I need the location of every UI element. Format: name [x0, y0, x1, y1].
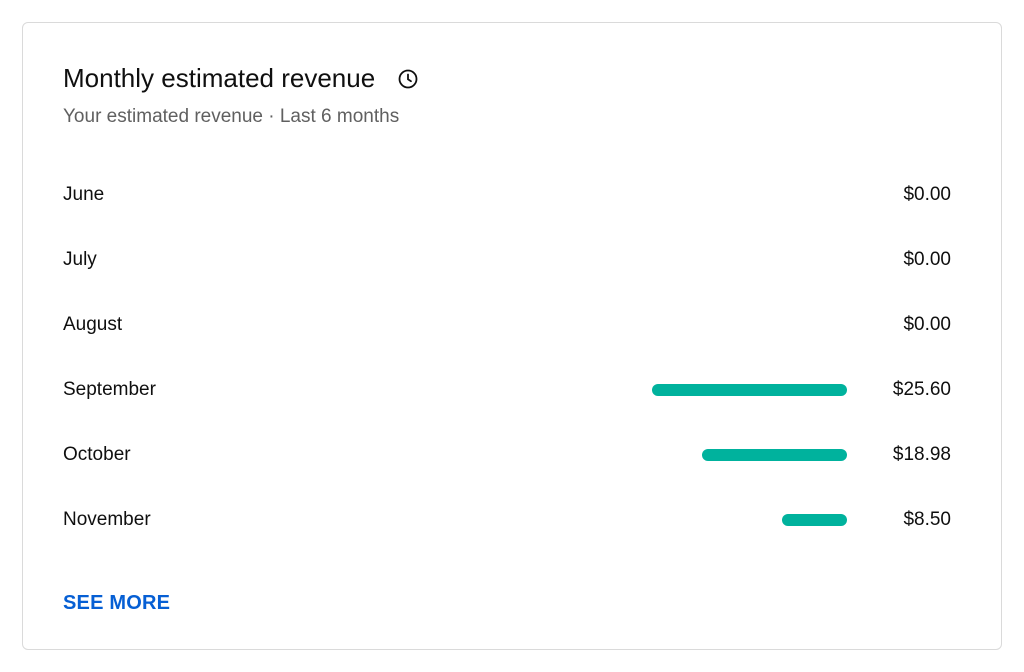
- revenue-row: June $0.00: [63, 163, 951, 228]
- revenue-value: $0.00: [903, 184, 951, 205]
- revenue-list: June $0.00 July $0.00 August $0.00 September $2…: [63, 163, 951, 553]
- revenue-row: November $8.50: [63, 488, 951, 553]
- month-label: October: [63, 444, 131, 465]
- revenue-row: September $25.60: [63, 358, 951, 423]
- revenue-row: October $18.98: [63, 423, 951, 488]
- revenue-value: $25.60: [892, 379, 951, 400]
- month-label: November: [63, 509, 151, 530]
- clock-icon[interactable]: [397, 68, 419, 90]
- revenue-bar: [652, 384, 847, 396]
- revenue-card: Monthly estimated revenue Your estimated…: [22, 22, 1002, 650]
- month-label: July: [63, 249, 97, 270]
- revenue-value: $0.00: [903, 314, 951, 335]
- revenue-value: $18.98: [892, 444, 951, 465]
- card-header: Monthly estimated revenue: [63, 61, 419, 95]
- card-title: Monthly estimated revenue: [63, 63, 376, 93]
- month-label: June: [63, 184, 105, 205]
- card-subtitle: Your estimated revenue · Last 6 months: [63, 106, 400, 127]
- month-label: August: [63, 314, 123, 335]
- revenue-row: July $0.00: [63, 228, 951, 293]
- revenue-bar: [702, 449, 847, 461]
- revenue-value: $0.00: [903, 249, 951, 270]
- month-label: September: [63, 379, 156, 400]
- revenue-value: $8.50: [903, 509, 951, 530]
- revenue-row: August $0.00: [63, 293, 951, 358]
- see-more-link[interactable]: SEE MORE: [63, 592, 170, 615]
- revenue-bar: [782, 514, 847, 526]
